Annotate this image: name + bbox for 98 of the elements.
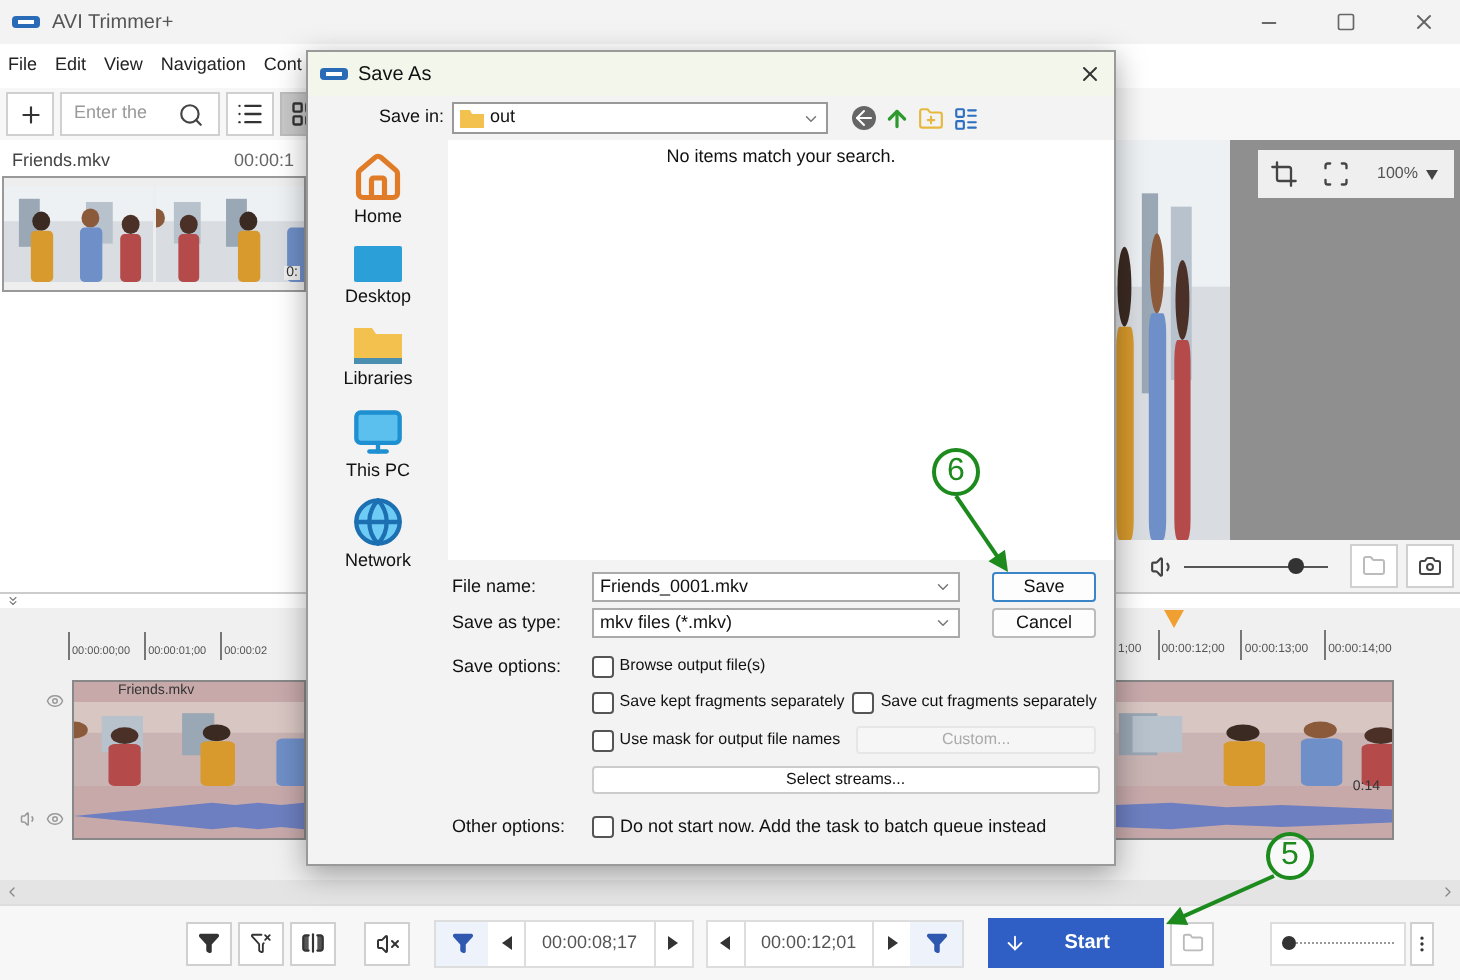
list-icon [236, 100, 264, 128]
menu-item[interactable]: Cont [263, 52, 302, 80]
option-label: Save kept fragments separately [619, 690, 845, 714]
option-label: Browse output file(s) [619, 654, 766, 678]
right-triangle-icon [668, 936, 679, 950]
up-folder-icon[interactable] [884, 105, 910, 131]
place-item[interactable]: Home [352, 152, 404, 231]
empty-message: No items match your search. [666, 144, 896, 170]
camera-icon [1418, 554, 1442, 578]
playhead-marker[interactable] [1164, 610, 1184, 630]
search-input[interactable]: Enter the [62, 100, 170, 128]
desktop-icon [352, 243, 404, 283]
checkbox[interactable] [591, 729, 614, 751]
collapse-icon[interactable] [6, 594, 20, 608]
app-icon [12, 12, 40, 32]
folder-icon [1362, 554, 1386, 578]
save-options-label: Save options: [452, 654, 564, 680]
invert-filter-button[interactable] [290, 921, 336, 965]
app-icon [320, 64, 348, 84]
step-number: 6 [932, 448, 980, 496]
window-title: AVI Trimmer+ [52, 9, 174, 37]
place-item[interactable]: Libraries [343, 322, 413, 393]
checkbox[interactable] [592, 816, 614, 839]
option-label: Use mask for output file names [619, 728, 841, 752]
folder-icon [460, 108, 484, 128]
file-name-field[interactable]: Friends_0001.mkv [592, 572, 960, 602]
split-square-icon [300, 930, 326, 956]
clear-filter-button[interactable] [238, 921, 284, 965]
crop-icon[interactable] [1269, 160, 1298, 188]
checkbox[interactable] [852, 691, 875, 713]
home-icon [352, 152, 404, 204]
field-label: Save as type: [452, 609, 564, 636]
add-button[interactable] [6, 92, 54, 136]
dialog-title: Save As [358, 61, 432, 89]
volume-icon[interactable] [1150, 553, 1176, 579]
folder-icon [351, 322, 404, 366]
place-item[interactable]: Network [344, 496, 411, 575]
download-icon [1004, 932, 1027, 954]
cancel-button[interactable]: Cancel [992, 608, 1096, 638]
file-duration: 00:00:1 [233, 148, 294, 175]
globe-icon [351, 496, 404, 548]
save-button[interactable]: Save [992, 572, 1096, 602]
close-icon[interactable] [1078, 62, 1102, 86]
menu-item[interactable]: Navigation [160, 52, 246, 80]
place-item[interactable]: Desktop [344, 243, 412, 310]
volume-thumb[interactable] [1288, 558, 1305, 574]
filter-x-icon [250, 932, 272, 954]
view-menu-icon[interactable] [952, 105, 980, 131]
file-name: Friends.mkv [12, 148, 111, 175]
filter-icon [451, 932, 473, 954]
search-field[interactable]: Enter the [60, 92, 220, 136]
snapshot-button[interactable] [1406, 544, 1454, 588]
step-number: 5 [1266, 832, 1314, 880]
annotation-arrow [1166, 876, 1274, 924]
menu-item[interactable]: File [8, 52, 38, 80]
menu-item[interactable]: View [104, 52, 143, 80]
scale-slider[interactable] [1282, 935, 1395, 951]
place-item[interactable]: This PC [345, 405, 410, 484]
field-label: File name: [452, 573, 539, 600]
option-label: Do not start now. Add the task to batch queue instead [620, 814, 1047, 840]
filter-icon [198, 932, 220, 954]
select-streams-button[interactable]: Select streams... [591, 766, 1100, 794]
checkbox[interactable] [591, 655, 614, 677]
folder-icon [1181, 932, 1204, 954]
mute-button[interactable] [364, 921, 410, 965]
plus-icon [17, 101, 43, 127]
filter-icon [925, 932, 948, 954]
save-in-value: out [490, 104, 516, 131]
maximize-icon[interactable] [1336, 12, 1356, 32]
left-triangle-icon [501, 936, 511, 950]
checkbox[interactable] [591, 691, 614, 713]
list-view-button[interactable] [226, 92, 274, 136]
save-in-label: Save in: [376, 104, 444, 131]
output-folder-button[interactable] [1170, 921, 1215, 965]
close-icon[interactable] [1412, 10, 1436, 34]
scroll-left-icon[interactable] [4, 884, 20, 900]
option-label: Save cut fragments separately [880, 690, 1097, 714]
start-button[interactable]: Start [988, 918, 1165, 968]
mute-icon [375, 931, 399, 955]
fullscreen-icon[interactable] [1321, 160, 1350, 188]
file-type-dropdown[interactable]: mkv files (*.mkv) [592, 608, 960, 638]
filter-start-button[interactable] [436, 921, 488, 965]
filter-button[interactable] [186, 921, 232, 965]
more-button[interactable] [1410, 921, 1435, 965]
other-options-label: Other options: [452, 814, 568, 840]
volume-slider[interactable] [1184, 556, 1328, 576]
menu-item[interactable]: Edit [55, 52, 87, 80]
annotation-arrow [956, 496, 1008, 572]
back-icon[interactable] [852, 106, 876, 130]
scale-thumb[interactable] [1281, 936, 1296, 950]
scroll-right-icon[interactable] [1440, 884, 1456, 900]
monitor-icon [351, 405, 404, 457]
horizontal-scrollbar[interactable] [0, 880, 1460, 904]
filter-end-button[interactable] [910, 921, 963, 965]
left-triangle-icon [720, 936, 731, 950]
right-triangle-icon [887, 936, 898, 950]
search-icon[interactable] [178, 101, 204, 127]
save-in-dropdown[interactable]: out [452, 102, 828, 134]
